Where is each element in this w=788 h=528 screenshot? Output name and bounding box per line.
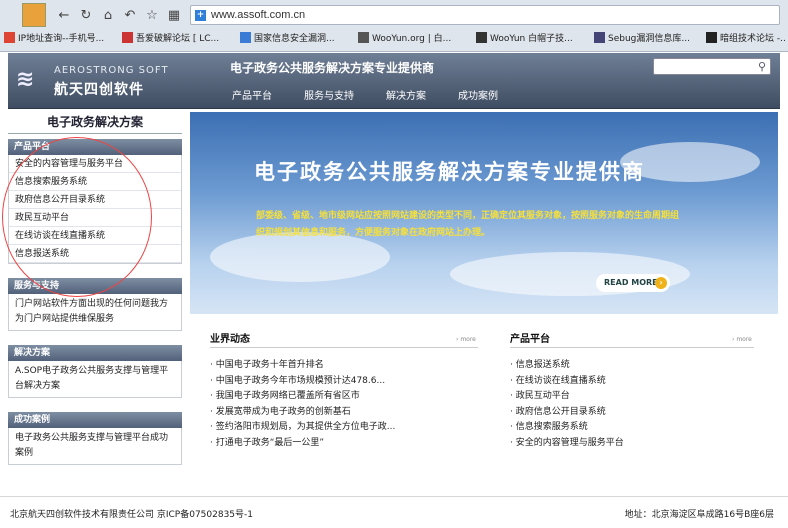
news-title: 业界动态 xyxy=(210,330,478,348)
news-item[interactable]: · 我国电子政务网络已覆盖所有省区市 xyxy=(210,389,478,405)
wooyun-icon xyxy=(476,32,487,43)
news-item[interactable]: · 打通电子政务“最后一公里” xyxy=(210,436,478,452)
site-header: ≋ AEROSTRONG SOFT 航天四创软件 电子政务公共服务解决方案专业提… xyxy=(8,53,780,109)
nav-solutions[interactable]: 解决方案 xyxy=(386,87,426,102)
solution-section-title: 解决方案 xyxy=(8,345,182,361)
back-icon[interactable]: ← xyxy=(56,8,72,24)
hero-banner: 电子政务公共服务解决方案专业提供商 部委级、省级、地市级网站应按照网站建设的类型… xyxy=(190,112,778,314)
bookmark-item[interactable]: WooYun 白帽子技... xyxy=(476,30,588,48)
bookmark-item[interactable]: 国家信息安全漏洞... xyxy=(240,30,352,48)
product-item[interactable]: · 在线访谈在线直播系统 xyxy=(510,374,754,390)
news-item-label: 打通电子政务“最后一公里” xyxy=(215,437,325,448)
news-item-label: 我国电子政务网络已覆盖所有省区市 xyxy=(215,391,360,401)
news-item-label: 中国电子政务十年首升排名 xyxy=(215,360,324,370)
product-item-label: 政民互动平台 xyxy=(515,391,570,401)
products-panel: 产品平台 › more · 信息报送系统 · 在线访谈在线直播系统 · 政民互动… xyxy=(510,330,754,451)
bookmark-label: IP地址查询--手机号... xyxy=(18,34,105,44)
news-more-label: more xyxy=(460,336,476,343)
product-item[interactable]: · 信息搜索服务系统 xyxy=(510,420,754,436)
address-bar[interactable]: + www.assoft.com.cn xyxy=(190,5,780,25)
globe-icon xyxy=(240,32,251,43)
service-text[interactable]: 门户网站软件方面出现的任何问题我方为门户网站提供维保服务 xyxy=(9,294,181,330)
reload-icon[interactable]: ↻ xyxy=(78,8,94,24)
product-item[interactable]: · 信息报送系统 xyxy=(510,358,754,374)
news-item-label: 发展宽带成为电子政务的创新基石 xyxy=(215,406,351,417)
bookmark-item[interactable]: Sebug漏洞信息库... xyxy=(594,30,698,48)
banner-title: 电子政务公共服务解决方案专业提供商 xyxy=(254,160,645,184)
site-favicon: + xyxy=(195,10,206,21)
browser-chrome: ← ↻ ⌂ ↶ ☆ ▦ + www.assoft.com.cn IP地址查询--… xyxy=(0,0,788,52)
puzzle-icon xyxy=(122,32,133,43)
product-item[interactable]: · 政民互动平台 xyxy=(510,389,754,405)
logo-mark-icon: ≋ xyxy=(16,67,35,92)
undo-icon[interactable]: ↶ xyxy=(122,8,138,24)
product-item-label: 政府信息公开目录系统 xyxy=(515,406,606,417)
product-item-label: 信息报送系统 xyxy=(515,360,570,370)
news-item-label: 签约洛阳市规划局，为其提供全方位电子政... xyxy=(215,422,396,432)
bookmark-label: 暗组技术论坛 -... xyxy=(720,34,786,44)
news-item[interactable]: · 中国电子政务十年首升排名 xyxy=(210,358,478,374)
products-more-link[interactable]: › more xyxy=(732,336,752,343)
red-book-icon xyxy=(4,32,15,43)
news-item[interactable]: · 签约洛阳市规划局，为其提供全方位电子政... xyxy=(210,420,478,436)
products-more-label: more xyxy=(736,336,752,343)
nav-cases[interactable]: 成功案例 xyxy=(458,87,498,102)
footer-address: 地址：北京海淀区阜成路16号B座6层 xyxy=(624,510,774,520)
app-icon xyxy=(22,3,46,27)
bookmark-item[interactable]: WooYun.org | 白... xyxy=(358,30,470,48)
annotation-circle xyxy=(2,137,152,297)
header-title: 电子政务公共服务解决方案专业提供商 xyxy=(230,61,435,75)
read-more-label: READ MORE xyxy=(604,278,658,287)
bookmark-label: WooYun.org | 白... xyxy=(372,34,452,44)
banner-description: 部委级、省级、地市级网站应按照网站建设的类型不同，正确定位其服务对象，按照服务对… xyxy=(256,211,680,238)
product-item-label: 安全的内容管理与服务平台 xyxy=(515,437,624,448)
news-item-label: 中国电子政务今年市场规模预计达478.6... xyxy=(215,375,386,386)
news-item[interactable]: · 中国电子政务今年市场规模预计达478.6... xyxy=(210,374,478,390)
cases-section: 成功案例 电子政务公共服务支撑与管理平台成功案例 xyxy=(8,412,182,465)
nav-products[interactable]: 产品平台 xyxy=(232,87,272,102)
bookmark-label: 国家信息安全漏洞... xyxy=(254,34,335,44)
home-icon[interactable]: ⌂ xyxy=(100,8,116,24)
solution-section: 解决方案 A.SOP电子政务公共服务支撑与管理平台解决方案 xyxy=(8,345,182,398)
product-item-label: 信息搜索服务系统 xyxy=(515,422,588,432)
logo-cn: 航天四创软件 xyxy=(54,82,144,98)
product-item-label: 在线访谈在线直播系统 xyxy=(515,375,606,386)
logo-en: AEROSTRONG SOFT xyxy=(54,65,169,76)
product-item[interactable]: · 政府信息公开目录系统 xyxy=(510,405,754,421)
solution-text[interactable]: A.SOP电子政务公共服务支撑与管理平台解决方案 xyxy=(9,361,181,397)
apps-icon[interactable]: ▦ xyxy=(166,8,182,24)
bookmark-item[interactable]: 暗组技术论坛 -... xyxy=(706,30,786,48)
sebug-icon xyxy=(594,32,605,43)
bookmark-label: WooYun 白帽子技... xyxy=(490,34,573,44)
news-item[interactable]: · 发展宽带成为电子政务的创新基石 xyxy=(210,405,478,421)
products-panel-title: 产品平台 xyxy=(510,330,754,348)
nav-service[interactable]: 服务与支持 xyxy=(304,87,354,102)
wooyun-icon xyxy=(358,32,369,43)
cases-section-title: 成功案例 xyxy=(8,412,182,428)
search-input[interactable]: ⚲ xyxy=(653,58,771,75)
url-text: www.assoft.com.cn xyxy=(211,9,306,21)
star-icon[interactable]: ☆ xyxy=(144,8,160,24)
bookmark-item[interactable]: 吾爱破解论坛 [ LC... xyxy=(122,30,234,48)
footer: 北京航天四创软件技术有限责任公司 京ICP备07502835号-1 地址：北京海… xyxy=(0,496,788,528)
read-more-button[interactable]: READ MORE › xyxy=(596,274,670,292)
sidebar-heading: 电子政务解决方案 xyxy=(8,110,182,134)
dark-icon xyxy=(706,32,717,43)
bookmark-label: 吾爱破解论坛 [ LC... xyxy=(136,34,220,44)
cases-text[interactable]: 电子政务公共服务支撑与管理平台成功案例 xyxy=(9,428,181,464)
site-logo[interactable]: ≋ AEROSTRONG SOFT 航天四创软件 xyxy=(16,61,191,101)
news-panel: 业界动态 › more · 中国电子政务十年首升排名 · 中国电子政务今年市场规… xyxy=(210,330,478,451)
arrow-right-icon: › xyxy=(655,277,667,289)
bookmark-label: Sebug漏洞信息库... xyxy=(608,34,690,44)
search-icon[interactable]: ⚲ xyxy=(758,60,766,73)
footer-company: 北京航天四创软件技术有限责任公司 京ICP备07502835号-1 xyxy=(10,510,254,520)
product-item[interactable]: · 安全的内容管理与服务平台 xyxy=(510,436,754,452)
bookmark-item[interactable]: IP地址查询--手机号... xyxy=(4,30,116,48)
news-more-link[interactable]: › more xyxy=(456,336,476,343)
